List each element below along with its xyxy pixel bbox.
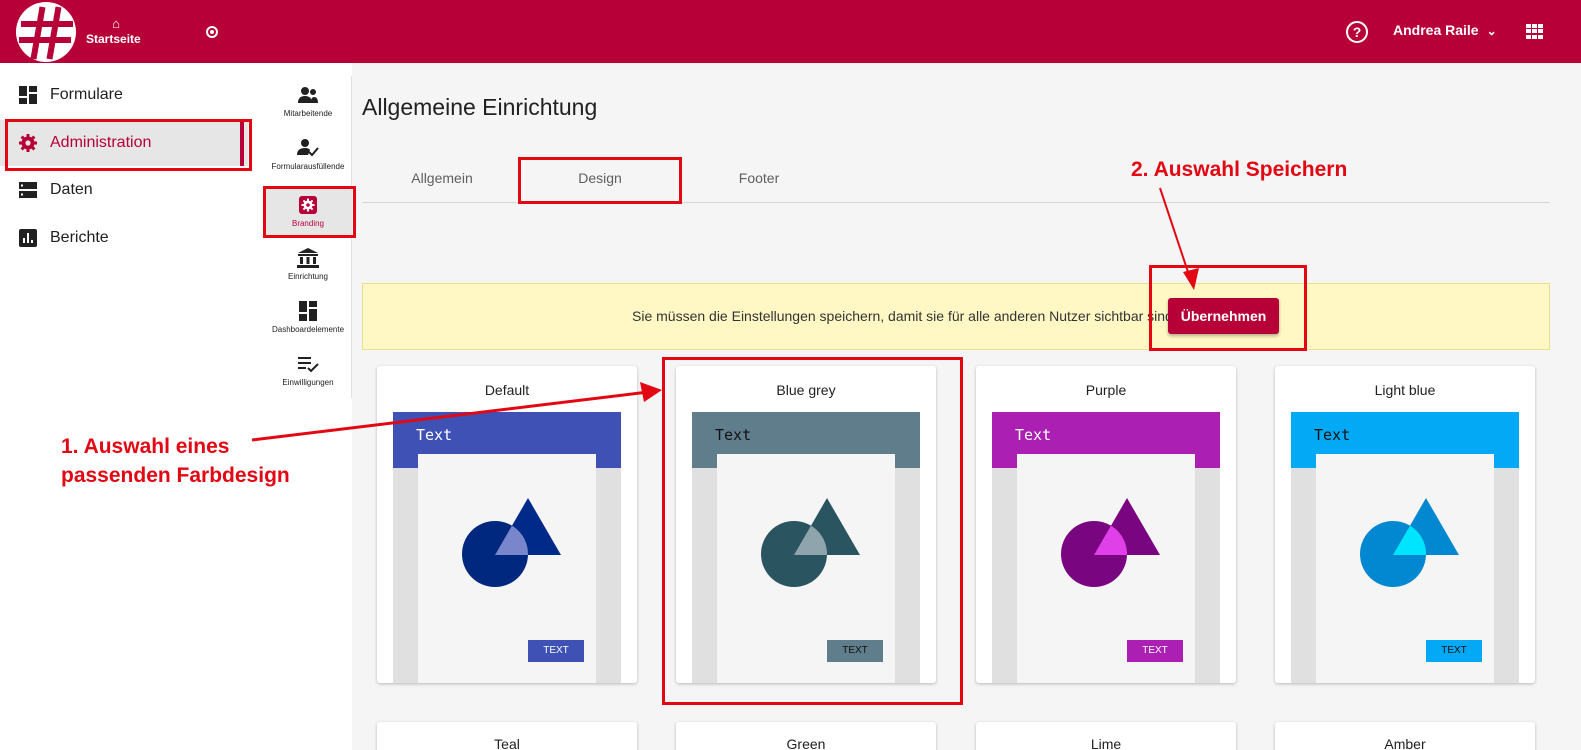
preview-shapes-icon xyxy=(1061,498,1160,587)
sidebar-item-formulare[interactable]: Formulare xyxy=(0,72,248,118)
subnav-item-formularausfuellende[interactable]: Formularausfüllende xyxy=(264,129,352,181)
institution-icon xyxy=(297,248,319,268)
checklist-icon xyxy=(297,354,319,374)
subnav-label: Einrichtung xyxy=(287,272,329,281)
theme-name: Purple xyxy=(1085,382,1127,398)
theme-name: Green xyxy=(786,736,826,750)
top-bar: ⌂ Startseite ? Andrea Raile ⌄ xyxy=(0,0,1581,63)
subnav-label: Einwilligungen xyxy=(282,378,334,387)
highlight-design-tab xyxy=(518,157,682,204)
logo-icon[interactable] xyxy=(16,2,76,62)
theme-card-light-blue[interactable]: Light blue Text TEXT xyxy=(1275,366,1535,683)
preview-header-text: Text xyxy=(1015,426,1052,444)
sidebar-item-label: Daten xyxy=(50,181,93,198)
theme-name: Default xyxy=(484,382,530,398)
sidebar-item-label: Berichte xyxy=(50,229,109,246)
subnav-item-mitarbeitende[interactable]: Mitarbeitende xyxy=(264,76,352,128)
dashboard-icon xyxy=(297,301,319,321)
subnav-label: Formularausfüllende xyxy=(271,162,345,171)
preview-header-text: Text xyxy=(416,426,453,444)
user-menu[interactable]: Andrea Raile ⌄ xyxy=(1393,22,1497,38)
highlight-apply-button xyxy=(1149,265,1307,351)
highlight-administration xyxy=(5,119,252,171)
bar-chart-icon xyxy=(19,229,37,247)
storage-icon xyxy=(19,181,37,199)
subnav-item-dashboardelemente[interactable]: Dashboardelemente xyxy=(264,292,352,344)
apps-grid-icon[interactable] xyxy=(1526,24,1543,39)
help-icon[interactable]: ? xyxy=(1346,21,1368,43)
theme-card[interactable]: Green xyxy=(676,722,936,750)
theme-card[interactable]: Lime xyxy=(976,722,1236,750)
preview-header-text: Text xyxy=(1314,426,1351,444)
chevron-down-icon: ⌄ xyxy=(1486,24,1497,38)
subnav-item-einwilligungen[interactable]: Einwilligungen xyxy=(264,345,352,397)
theme-card[interactable]: Amber xyxy=(1275,722,1535,750)
theme-name: Light blue xyxy=(1374,382,1436,398)
highlight-blue-grey-card xyxy=(662,357,963,705)
preview-shapes-icon xyxy=(1360,498,1459,587)
radio-icon[interactable] xyxy=(206,26,218,38)
annotation-step1-line2: passenden Farbdesign xyxy=(61,464,290,487)
home-label: Startseite xyxy=(86,32,141,46)
theme-name: Amber xyxy=(1384,736,1426,750)
sidebar-item-label: Formulare xyxy=(50,86,123,103)
notice-text: Sie müssen die Einstellungen speichern, … xyxy=(632,308,1173,324)
tab-allgemein[interactable]: Allgemein xyxy=(362,170,522,186)
preview-button: TEXT xyxy=(1127,640,1183,662)
theme-preview: Text TEXT xyxy=(393,412,621,683)
sidebar-item-daten[interactable]: Daten xyxy=(0,167,248,213)
theme-card-purple[interactable]: Purple Text TEXT xyxy=(976,366,1236,683)
people-icon xyxy=(297,85,319,105)
preview-shapes-icon xyxy=(462,498,561,587)
subnav-label: Mitarbeitende xyxy=(283,109,333,118)
highlight-branding xyxy=(263,186,356,238)
annotation-step1: 1. Auswahl eines passenden Farbdesign xyxy=(61,432,290,490)
person-check-icon xyxy=(297,138,319,158)
theme-card-default[interactable]: Default Text TEXT xyxy=(377,366,637,683)
home-icon: ⌂ xyxy=(112,16,120,31)
tab-footer[interactable]: Footer xyxy=(679,170,839,186)
theme-name: Lime xyxy=(1090,736,1122,750)
annotation-step2: 2. Auswahl Speichern xyxy=(1131,158,1348,181)
theme-preview: Text TEXT xyxy=(1291,412,1519,683)
preview-button: TEXT xyxy=(1426,640,1482,662)
theme-name: Teal xyxy=(494,736,520,750)
theme-preview: Text TEXT xyxy=(992,412,1220,683)
annotation-step1-line1: 1. Auswahl eines xyxy=(61,435,230,458)
theme-card[interactable]: Teal xyxy=(377,722,637,750)
user-name: Andrea Raile xyxy=(1393,22,1479,38)
subnav-item-einrichtung[interactable]: Einrichtung xyxy=(264,239,352,291)
home-link[interactable]: ⌂ Startseite xyxy=(86,16,146,46)
subnav-label: Dashboardelemente xyxy=(271,325,345,334)
dashboard-icon xyxy=(19,86,37,104)
sidebar-item-berichte[interactable]: Berichte xyxy=(0,215,248,261)
preview-button: TEXT xyxy=(528,640,584,662)
page-title: Allgemeine Einrichtung xyxy=(362,94,598,120)
